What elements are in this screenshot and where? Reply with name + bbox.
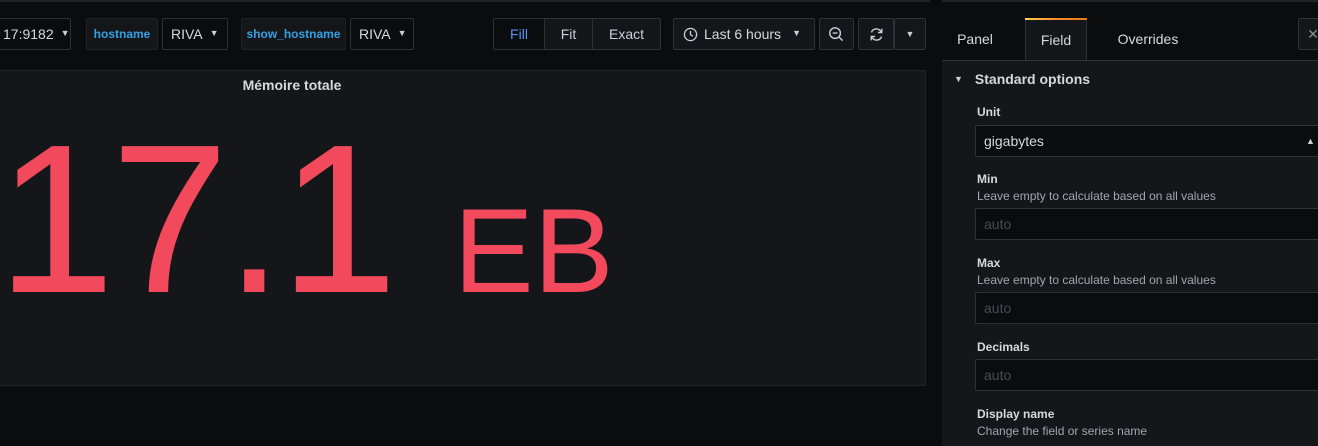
tab-overrides[interactable]: Overrides (1102, 18, 1194, 60)
refresh-button[interactable] (858, 18, 894, 50)
collapse-caret-icon: ▼ (954, 74, 963, 84)
min-description: Leave empty to calculate based on all va… (977, 189, 1216, 203)
tab-panel[interactable]: Panel (942, 18, 1008, 60)
tab-field[interactable]: Field (1025, 18, 1087, 60)
hostname-variable-value: RIVA (171, 26, 203, 42)
top-border (0, 0, 1318, 2)
min-label: Min (977, 172, 998, 186)
show-hostname-variable-value: RIVA (359, 26, 391, 42)
decimals-placeholder: auto (984, 367, 1012, 383)
unit-value: gigabytes (984, 133, 1044, 149)
max-label: Max (977, 256, 1001, 270)
min-input[interactable]: auto (975, 208, 1318, 240)
max-description: Leave empty to calculate based on all va… (977, 273, 1216, 287)
refresh-icon (868, 26, 885, 43)
chevron-down-icon: ▼ (60, 28, 70, 38)
panel-title: Mémoire totale (242, 77, 342, 93)
view-mode-fit-button[interactable]: Fit (545, 19, 593, 49)
instance-variable-value: 17:9182 (3, 26, 54, 42)
zoom-out-icon (828, 26, 845, 43)
options-pane: Panel Field Overrides ✕ ▼ Standard optio… (942, 18, 1318, 446)
show-hostname-variable-select[interactable]: RIVA ▼ (350, 18, 414, 50)
stat-value: 17.1 EB (0, 113, 614, 325)
unit-select[interactable]: gigabytes ▲ (975, 125, 1318, 157)
unit-label: Unit (977, 105, 1001, 119)
display-name-label: Display name (977, 407, 1055, 421)
pane-splitter[interactable] (930, 0, 942, 446)
stat-unit: EB (453, 184, 614, 318)
close-icon: ✕ (1307, 25, 1318, 42)
standard-options-title: Standard options (974, 71, 1091, 87)
standard-options-header[interactable]: ▼ Standard options (954, 71, 1090, 87)
close-editor-button[interactable]: ✕ (1298, 18, 1318, 50)
view-mode-group: Fill Fit Exact (493, 18, 661, 50)
chevron-down-icon: ▼ (905, 29, 915, 39)
instance-variable-select[interactable]: 17:9182 ▼ (0, 18, 71, 50)
clock-icon (683, 27, 698, 42)
hostname-variable-label: hostname (86, 18, 158, 50)
display-name-description: Change the field or series name (977, 424, 1148, 438)
chevron-up-icon: ▲ (1306, 136, 1315, 146)
stat-panel: Mémoire totale 17.1 EB (0, 70, 926, 386)
refresh-interval-dropdown[interactable]: ▼ (894, 18, 926, 50)
show-hostname-variable-label: show_hostname (241, 18, 346, 50)
max-input[interactable]: auto (975, 292, 1318, 324)
view-mode-fill-button[interactable]: Fill (494, 19, 545, 49)
zoom-out-button[interactable] (819, 18, 854, 50)
chevron-down-icon: ▼ (792, 28, 801, 38)
stat-number: 17.1 (0, 100, 398, 337)
min-placeholder: auto (984, 216, 1012, 232)
chevron-down-icon: ▼ (209, 28, 219, 38)
decimals-label: Decimals (977, 340, 1030, 354)
field-options: ▼ Standard options Unit gigabytes ▲ Min … (942, 60, 1318, 446)
chevron-down-icon: ▼ (397, 28, 407, 38)
max-placeholder: auto (984, 300, 1012, 316)
decimals-input[interactable]: auto (975, 359, 1318, 391)
view-mode-exact-button[interactable]: Exact (593, 19, 660, 49)
time-range-label: Last 6 hours (704, 26, 782, 42)
time-range-picker[interactable]: Last 6 hours ▼ (673, 18, 815, 50)
hostname-variable-select[interactable]: RIVA ▼ (162, 18, 228, 50)
